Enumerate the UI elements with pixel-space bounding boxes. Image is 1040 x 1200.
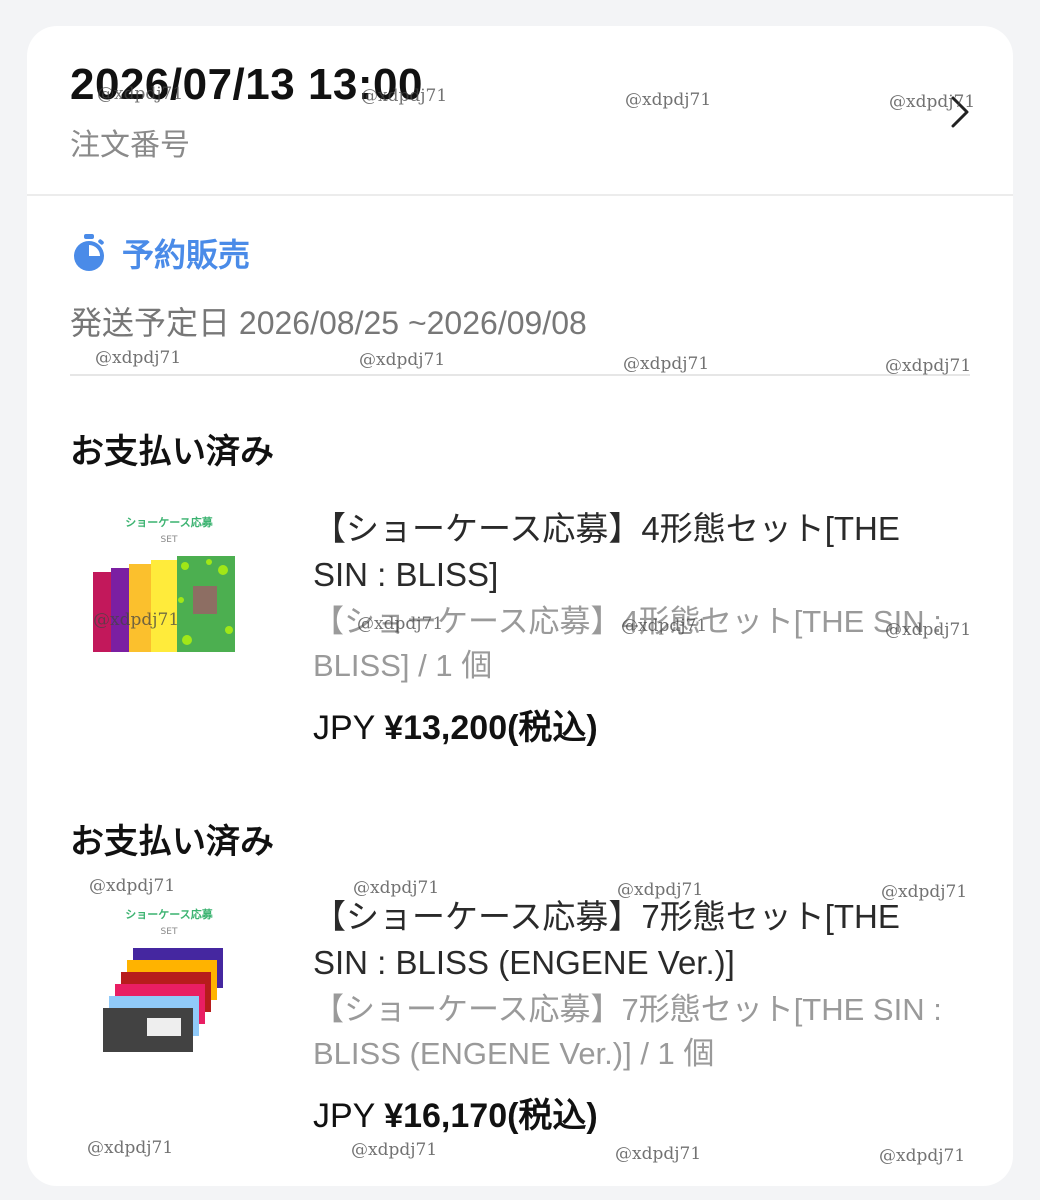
- watermark: @xdpdj71: [361, 86, 448, 106]
- watermark: @xdpdj71: [95, 348, 182, 368]
- payment-status: お支払い済み: [70, 822, 274, 862]
- price-currency: JPY: [313, 709, 375, 747]
- watermark: @xdpdj71: [889, 92, 976, 112]
- watermark: @xdpdj71: [89, 876, 176, 896]
- section-divider: [70, 374, 970, 376]
- preorder-badge: 予約販売: [70, 230, 250, 276]
- watermark: @xdpdj71: [87, 1138, 174, 1158]
- watermark: @xdpdj71: [885, 620, 972, 640]
- watermark: @xdpdj71: [359, 350, 446, 370]
- watermark: @xdpdj71: [623, 354, 710, 374]
- header-divider: [27, 194, 1013, 196]
- watermark: @xdpdj71: [357, 614, 444, 634]
- album-set-image: ショーケース応募 SET: [93, 515, 235, 652]
- payment-status: お支払い済み: [70, 432, 274, 472]
- thumb-title: ショーケース応募: [125, 515, 213, 529]
- thumb-title: ショーケース応募: [125, 907, 213, 921]
- watermark: @xdpdj71: [351, 1140, 438, 1160]
- watermark: @xdpdj71: [885, 356, 972, 376]
- item-description: 【ショーケース応募】7形態セット[THE SIN : BLISS (ENGENE…: [313, 992, 942, 1071]
- item-price: JPY ¥13,200(税込): [313, 700, 598, 749]
- product-thumbnail[interactable]: ショーケース応募 SET: [89, 500, 249, 660]
- preorder-label: 予約販売: [122, 236, 251, 274]
- thumb-set: SET: [161, 535, 178, 545]
- price-amount: ¥16,170(税込): [384, 1097, 598, 1135]
- order-number-label: 注文番号: [70, 128, 190, 163]
- stopwatch-icon: [74, 234, 104, 271]
- price-amount: ¥13,200(税込): [384, 709, 598, 747]
- album-set-image: ショーケース応募 SET: [103, 907, 223, 1052]
- watermark: @xdpdj71: [615, 1144, 702, 1164]
- watermark: @xdpdj71: [617, 880, 704, 900]
- thumb-set: SET: [161, 927, 178, 937]
- watermark: @xdpdj71: [621, 616, 708, 636]
- price-currency: JPY: [313, 1097, 375, 1135]
- item-title[interactable]: 【ショーケース応募】4形態セット[THE SIN : BLISS]: [313, 506, 963, 598]
- item-title[interactable]: 【ショーケース応募】7形態セット[THE SIN : BLISS (ENGENE…: [313, 894, 963, 986]
- item-price: JPY ¥16,170(税込): [313, 1088, 598, 1137]
- watermark: @xdpdj71: [879, 1146, 966, 1166]
- watermark: @xdpdj71: [97, 84, 184, 104]
- watermark: @xdpdj71: [353, 878, 440, 898]
- order-header[interactable]: 2026/07/13 13:00 注文番号: [27, 26, 1013, 196]
- watermark: @xdpdj71: [93, 610, 180, 630]
- watermark: @xdpdj71: [625, 90, 712, 110]
- order-card: 2026/07/13 13:00 注文番号 予約販売 発送予定日 2026/08…: [27, 26, 1013, 1186]
- shipping-schedule: 発送予定日 2026/08/25 ~2026/09/08: [70, 305, 587, 341]
- watermark: @xdpdj71: [881, 882, 968, 902]
- product-thumbnail[interactable]: ショーケース応募 SET: [89, 900, 249, 1060]
